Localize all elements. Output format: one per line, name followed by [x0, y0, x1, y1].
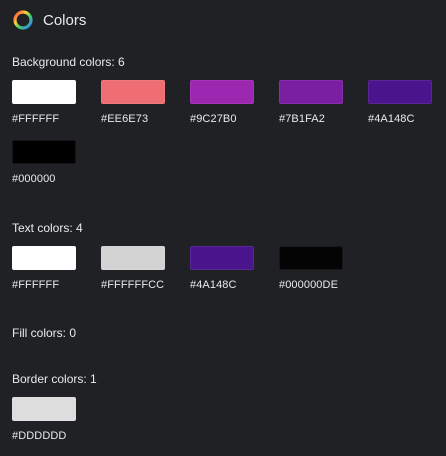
swatch-box[interactable]	[368, 80, 432, 104]
swatch-item[interactable]: #FFFFFF	[12, 80, 92, 125]
swatch-label: #7B1FA2	[279, 113, 325, 125]
color-ring-icon	[12, 9, 34, 31]
swatch-label: #000000DE	[279, 279, 339, 291]
swatch-item[interactable]: #FFFFFFCC	[101, 246, 181, 291]
swatch-item[interactable]: #000000	[12, 140, 92, 185]
border-colors-title: Border colors: 1	[12, 372, 97, 386]
swatch-item[interactable]: #4A148C	[368, 80, 446, 125]
swatch-box[interactable]	[12, 397, 76, 421]
border-colors-grid: #DDDDDD	[12, 397, 442, 447]
swatch-box[interactable]	[279, 80, 343, 104]
swatch-item[interactable]: #EE6E73	[101, 80, 181, 125]
colors-panel: Colors Background colors: 6 #FFFFFF #EE6…	[0, 0, 446, 456]
swatch-box[interactable]	[190, 246, 254, 270]
swatch-label: #000000	[12, 173, 56, 185]
text-colors-grid: #FFFFFF #FFFFFFCC #4A148C #000000DE	[12, 246, 442, 296]
swatch-label: #4A148C	[368, 113, 415, 125]
swatch-item[interactable]: #000000DE	[279, 246, 359, 291]
fill-colors-title: Fill colors: 0	[12, 326, 77, 340]
swatch-label: #FFFFFF	[12, 279, 60, 291]
swatch-box[interactable]	[101, 246, 165, 270]
swatch-label: #FFFFFF	[12, 113, 60, 125]
swatch-box[interactable]	[12, 80, 76, 104]
swatch-item[interactable]: #DDDDDD	[12, 397, 92, 442]
background-colors-title: Background colors: 6	[12, 55, 125, 69]
swatch-label: #9C27B0	[190, 113, 237, 125]
text-colors-title: Text colors: 4	[12, 221, 83, 235]
panel-header: Colors	[12, 9, 86, 31]
swatch-box[interactable]	[12, 140, 76, 164]
swatch-box[interactable]	[190, 80, 254, 104]
swatch-item[interactable]: #4A148C	[190, 246, 270, 291]
swatch-label: #EE6E73	[101, 113, 149, 125]
swatch-label: #FFFFFFCC	[101, 279, 165, 291]
swatch-label: #DDDDDD	[12, 430, 67, 442]
swatch-item[interactable]: #FFFFFF	[12, 246, 92, 291]
swatch-item[interactable]: #7B1FA2	[279, 80, 359, 125]
swatch-box[interactable]	[12, 246, 76, 270]
panel-title: Colors	[43, 11, 87, 29]
swatch-box[interactable]	[101, 80, 165, 104]
swatch-box[interactable]	[279, 246, 343, 270]
background-colors-grid: #FFFFFF #EE6E73 #9C27B0 #7B1FA2 #4A148C …	[12, 80, 442, 190]
swatch-label: #4A148C	[190, 279, 237, 291]
swatch-item[interactable]: #9C27B0	[190, 80, 270, 125]
